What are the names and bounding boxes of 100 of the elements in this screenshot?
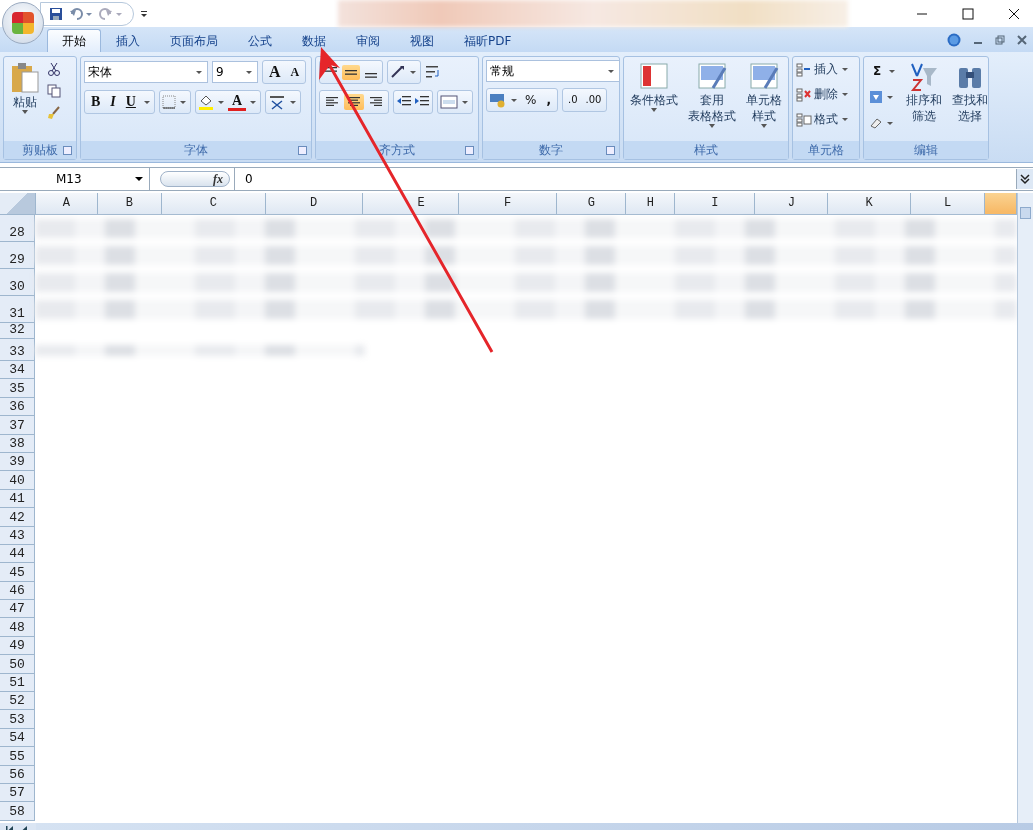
row-header[interactable]: 48 (0, 618, 35, 637)
row-header[interactable]: 45 (0, 563, 35, 582)
cells-icon (796, 87, 812, 102)
underline-button[interactable]: U (121, 92, 140, 112)
scissors-icon[interactable] (47, 62, 61, 76)
ribbon-tab[interactable]: 开始 (47, 29, 101, 52)
table-format-icon (749, 62, 779, 92)
copy-icon[interactable] (47, 84, 61, 98)
clipboard-icon (10, 62, 40, 94)
percent-button[interactable]: % (521, 90, 541, 110)
vertical-align-button[interactable] (342, 64, 360, 80)
insert-function-button[interactable]: fx (160, 171, 230, 187)
column-header[interactable]: I (675, 193, 756, 214)
ribbon-tab[interactable]: 福昕PDF (449, 29, 527, 52)
align-lines-icon (365, 72, 377, 78)
table-format-icon (697, 62, 727, 92)
column-header[interactable]: D (265, 193, 363, 214)
row-header[interactable]: 52 (0, 692, 35, 711)
dialog-launcher-icon[interactable] (465, 146, 474, 155)
ribbon-tab[interactable]: 插入 (101, 29, 155, 52)
autosum-button[interactable]: Σ (869, 61, 886, 81)
caret-icon (709, 124, 715, 128)
editing-button[interactable]: 排序和 筛选 (903, 60, 946, 126)
style-button[interactable]: 单元格 样式 (743, 60, 785, 130)
font-name-dropdown[interactable]: 宋体 (84, 61, 208, 83)
font-size-dropdown[interactable]: 9 (212, 61, 258, 83)
editing-button[interactable]: 查找和 选择 (949, 60, 992, 126)
column-header[interactable]: B (97, 193, 162, 214)
dialog-launcher-icon[interactable] (298, 146, 307, 155)
decrease-decimal-button[interactable]: .00 (582, 90, 605, 110)
cells-icon (796, 62, 812, 77)
restore-icon[interactable] (995, 34, 1005, 45)
italic-button[interactable]: I (106, 92, 120, 112)
row-header[interactable]: 35 (0, 379, 35, 398)
number-format-dropdown[interactable]: 常规 (486, 60, 620, 82)
bold-button[interactable]: B (87, 92, 105, 112)
dialog-launcher-icon[interactable] (606, 146, 615, 155)
row-header[interactable]: 58 (0, 802, 35, 821)
column-header[interactable]: J (755, 193, 829, 214)
row-header[interactable]: 34 (0, 361, 35, 380)
caret-icon (651, 108, 657, 112)
fill-down-icon[interactable] (869, 90, 883, 104)
name-box[interactable]: M13 (0, 168, 150, 190)
cells-menu-button[interactable]: 插入 (796, 60, 850, 79)
ribbon-tab[interactable]: 视图 (395, 29, 449, 52)
row-header[interactable]: 33 (0, 339, 35, 361)
phonetic-icon[interactable] (268, 94, 287, 110)
row-header[interactable]: 32 (0, 323, 35, 339)
cells-menu-button[interactable]: 删除 (796, 85, 850, 104)
maximize-icon[interactable] (961, 6, 975, 21)
eraser-icon[interactable] (869, 116, 883, 130)
border-icon[interactable] (161, 95, 176, 109)
group-label: 数字 (539, 141, 563, 159)
dialog-launcher-icon[interactable] (63, 146, 72, 155)
close-icon[interactable] (1007, 6, 1021, 21)
align-lines-icon (345, 69, 357, 75)
style-button[interactable]: 套用 表格格式 (685, 60, 739, 130)
style-button[interactable]: 条件格式 (627, 60, 681, 114)
save-icon[interactable] (49, 6, 63, 21)
vertical-scrollbar[interactable] (1017, 193, 1033, 823)
office-button[interactable] (2, 2, 44, 44)
cells-menu-button[interactable]: 格式 (796, 110, 850, 129)
row-header[interactable]: 37 (0, 416, 35, 435)
column-header[interactable]: A (35, 193, 98, 214)
row-header[interactable]: 30 (0, 269, 35, 296)
paste-button[interactable]: 粘贴 (7, 60, 43, 116)
column-header[interactable]: F (458, 193, 558, 214)
row-header[interactable]: 40 (0, 471, 35, 490)
ribbon-tab[interactable]: 审阅 (341, 29, 395, 52)
row-header[interactable]: 28 (0, 215, 35, 242)
increase-decimal-button[interactable]: .0 (564, 90, 581, 110)
ribbon-tab[interactable]: 数据 (287, 29, 341, 52)
help-icon[interactable] (947, 32, 961, 47)
column-header[interactable]: C (161, 193, 266, 214)
fill-color-icon[interactable] (197, 94, 214, 110)
orientation-icon[interactable] (390, 65, 406, 79)
wrap-text-icon[interactable] (425, 64, 441, 80)
merge-cells-icon[interactable] (440, 95, 458, 109)
ribbon-tab[interactable]: 公式 (233, 29, 287, 52)
comma-button[interactable]: , (542, 90, 555, 110)
align-lines-icon (325, 96, 339, 108)
row-header[interactable]: 50 (0, 655, 35, 674)
row-header[interactable]: 55 (0, 747, 35, 766)
column-header[interactable]: H (626, 193, 676, 214)
expand-icon[interactable] (1016, 169, 1033, 189)
customize-menu-icon[interactable] (140, 8, 148, 19)
column-header[interactable]: K (828, 193, 912, 214)
brush-icon[interactable] (47, 106, 61, 120)
grow-font-button[interactable]: A (265, 62, 285, 82)
row-header[interactable]: 53 (0, 710, 35, 729)
column-header[interactable]: G (557, 193, 627, 214)
undo-icon[interactable] (69, 6, 93, 21)
row-header[interactable]: 42 (0, 508, 35, 527)
currency-icon[interactable] (489, 92, 507, 108)
ribbon-tab[interactable]: 页面布局 (155, 29, 233, 52)
row-header[interactable]: 47 (0, 600, 35, 619)
row-header[interactable]: 29 (0, 242, 35, 269)
align-lines-icon (369, 96, 383, 108)
row-header[interactable]: 31 (0, 296, 35, 323)
shrink-font-button[interactable]: A (286, 62, 304, 82)
